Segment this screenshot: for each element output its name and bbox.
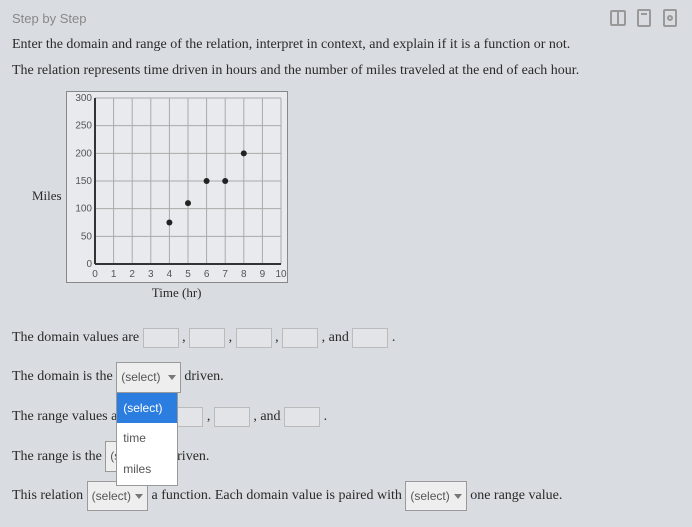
domain-blank-4[interactable] (282, 328, 318, 348)
y-axis-label: Miles (32, 188, 62, 204)
domain-is-row: The domain is the (select) (select) time… (12, 360, 680, 394)
calc-icon[interactable] (634, 8, 654, 28)
range-blank-3[interactable] (214, 407, 250, 427)
svg-text:1: 1 (110, 269, 116, 280)
x-axis-label: Time (hr) (152, 285, 202, 301)
pairing-select[interactable]: (select) (405, 481, 466, 512)
domain-unit-select[interactable]: (select) (select) time miles (116, 362, 181, 393)
dropdown-open: (select) time miles (116, 392, 178, 486)
svg-text:50: 50 (81, 231, 93, 242)
svg-text:8: 8 (241, 269, 247, 280)
dropdown-header[interactable]: (select) (117, 393, 177, 424)
domain-blank-2[interactable] (189, 328, 225, 348)
domain-blank-3[interactable] (236, 328, 272, 348)
prompt-line-1: Enter the domain and range of the relati… (12, 34, 680, 56)
svg-text:5: 5 (185, 269, 191, 280)
domain-blank-1[interactable] (143, 328, 179, 348)
svg-text:0: 0 (86, 259, 92, 270)
step-label: Step by Step (12, 11, 86, 26)
book-icon[interactable] (608, 8, 628, 28)
domain-blank-5[interactable] (352, 328, 388, 348)
scatter-chart: 012345678910050100150200250300 (66, 91, 288, 283)
svg-text:0: 0 (92, 269, 98, 280)
svg-text:300: 300 (75, 93, 92, 104)
dropdown-opt-time[interactable]: time (117, 423, 177, 454)
svg-text:6: 6 (203, 269, 209, 280)
svg-text:9: 9 (259, 269, 265, 280)
tool-icon[interactable] (660, 8, 680, 28)
svg-text:2: 2 (129, 269, 135, 280)
svg-text:7: 7 (222, 269, 228, 280)
prompt-line-2: The relation represents time driven in h… (12, 60, 680, 82)
svg-text:3: 3 (148, 269, 154, 280)
svg-text:4: 4 (166, 269, 172, 280)
range-blank-4[interactable] (284, 407, 320, 427)
svg-text:250: 250 (75, 120, 92, 131)
svg-text:10: 10 (275, 269, 287, 280)
range-is-row: The range is the (select) driven. (12, 440, 680, 474)
svg-text:200: 200 (75, 148, 92, 159)
dropdown-opt-miles[interactable]: miles (117, 454, 177, 485)
svg-text:150: 150 (75, 176, 92, 187)
function-row: This relation (select) a function. Each … (12, 479, 680, 513)
domain-values-row: The domain values are , , , , and . (12, 321, 680, 355)
svg-text:100: 100 (75, 203, 92, 214)
range-values-row: The range values a , , , and . (12, 400, 680, 434)
